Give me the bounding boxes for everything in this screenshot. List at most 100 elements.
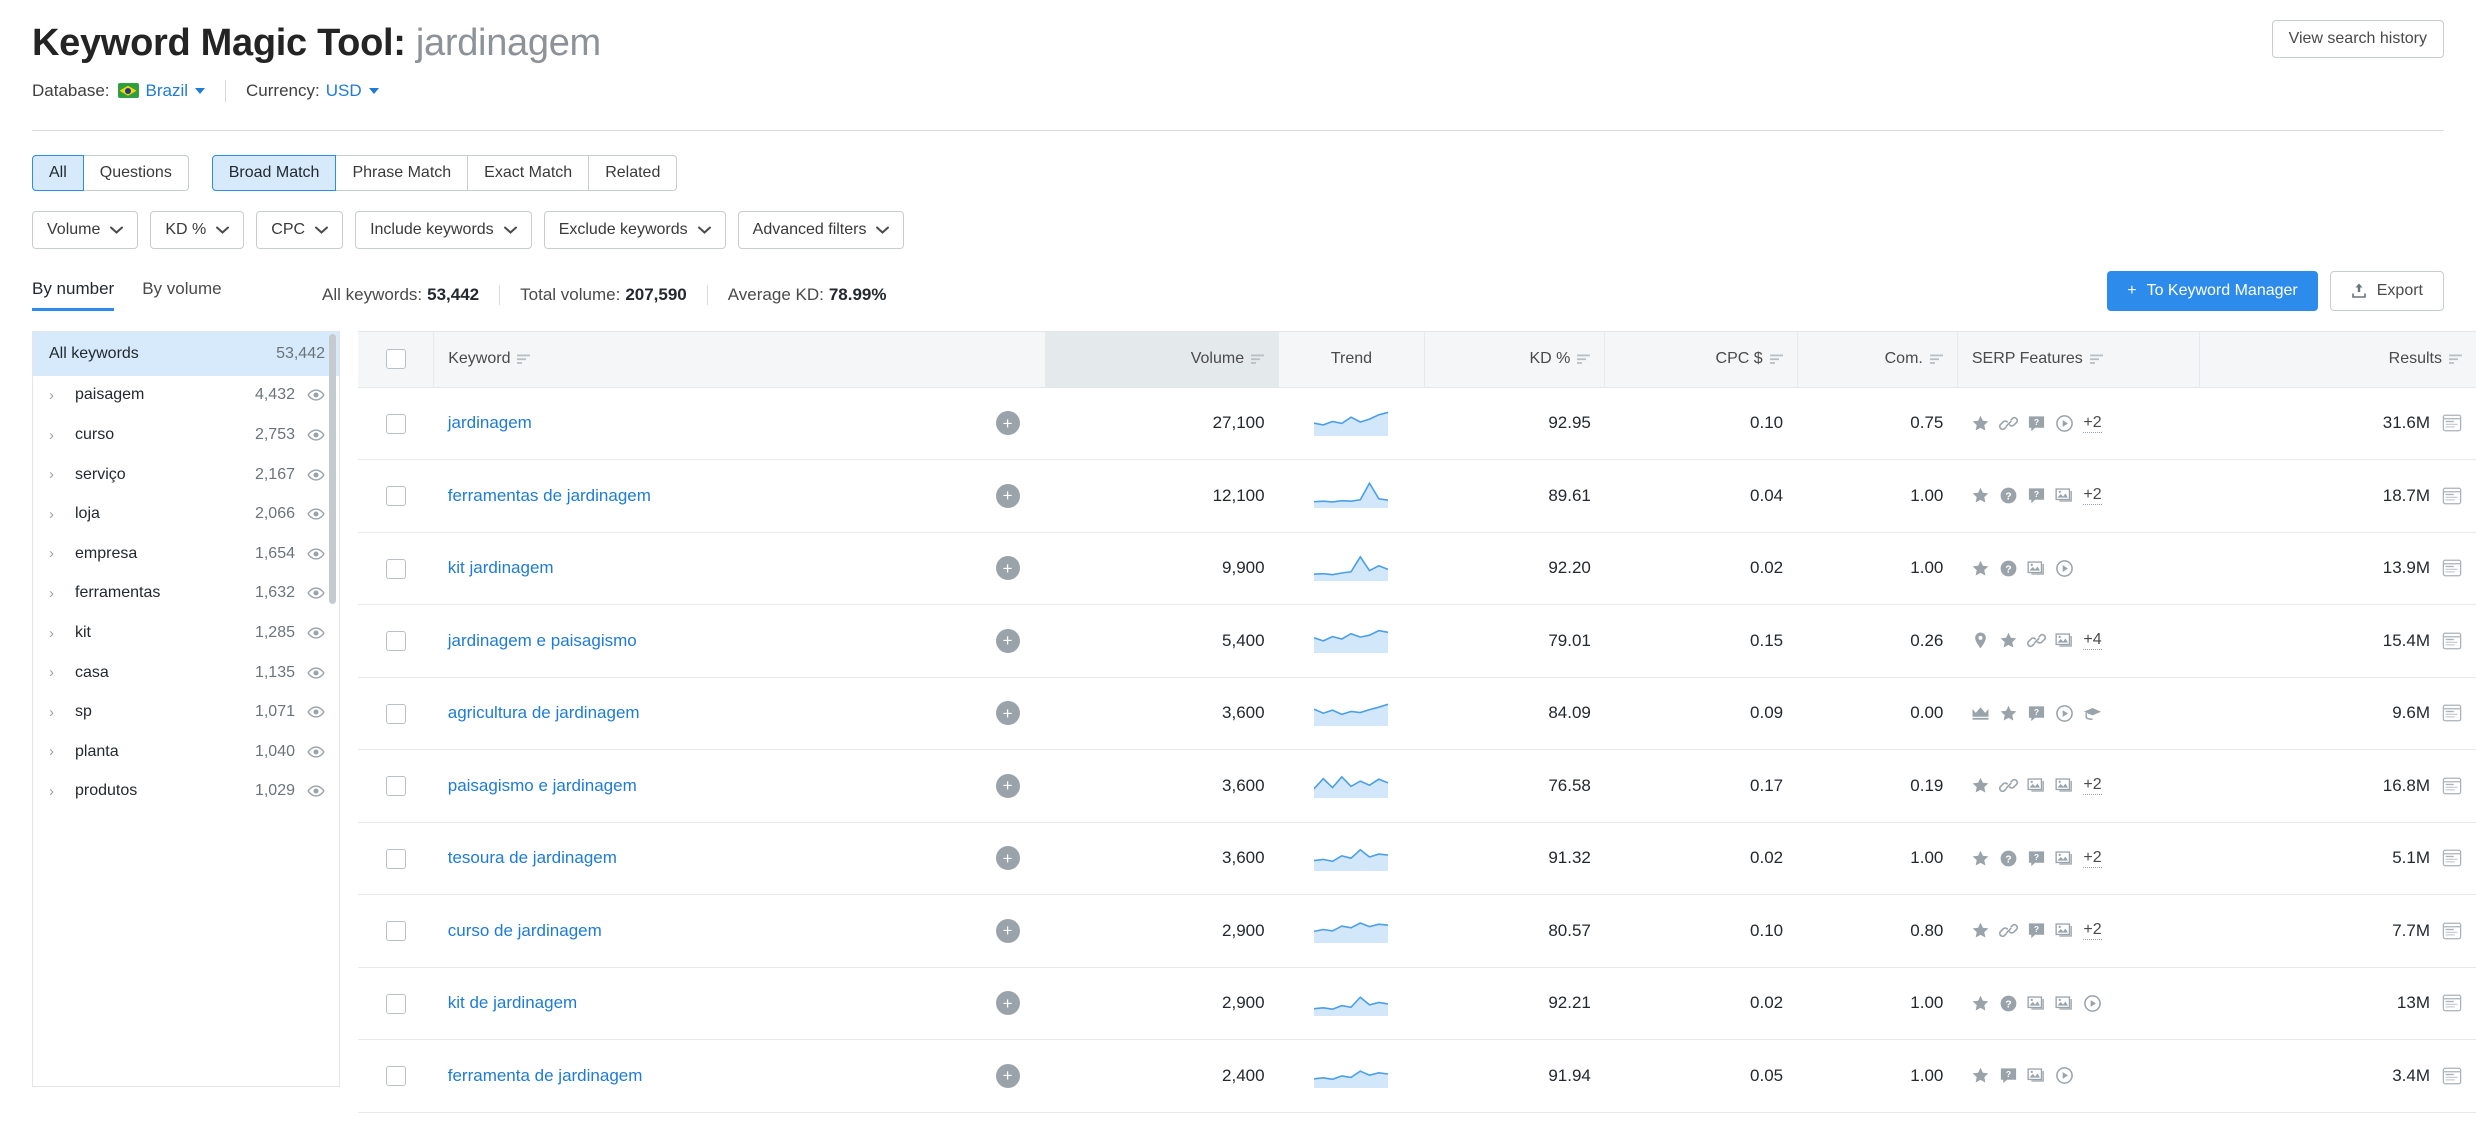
column-header-keyword[interactable]: Keyword: [433, 330, 1047, 388]
column-header-kd[interactable]: KD %: [1424, 330, 1606, 388]
add-keyword-button[interactable]: +: [995, 628, 1020, 653]
filter-exclude-keywords[interactable]: Exclude keywords: [543, 210, 726, 249]
chevron-down-icon[interactable]: [195, 87, 206, 94]
sidebar-item-empresa[interactable]: › empresa 1,654: [33, 534, 339, 574]
eye-icon[interactable]: [307, 743, 325, 761]
serp-more-link[interactable]: +4: [2083, 631, 2102, 651]
sidebar-item-all-keywords[interactable]: All keywords 53,442: [33, 331, 339, 376]
serp-faq-icon[interactable]: ?: [2027, 921, 2046, 940]
eye-icon[interactable]: [307, 782, 325, 800]
add-keyword-button[interactable]: +: [995, 483, 1020, 508]
keyword-link[interactable]: kit jardinagem: [448, 558, 554, 578]
sidebar-item-kit[interactable]: › kit 1,285: [33, 613, 339, 653]
add-keyword-button[interactable]: +: [995, 846, 1020, 871]
match-tab-related[interactable]: Related: [588, 154, 678, 191]
serp-video-icon[interactable]: [2055, 559, 2074, 578]
column-header-serp[interactable]: SERP Features: [1957, 330, 2200, 388]
column-header-volume[interactable]: Volume: [1045, 330, 1280, 388]
serp-link-icon[interactable]: [2027, 631, 2047, 650]
sort-icon[interactable]: [517, 354, 531, 365]
chevron-down-icon[interactable]: [368, 87, 379, 94]
filter-advanced-filters[interactable]: Advanced filters: [737, 210, 905, 249]
serp-pin-icon[interactable]: [1971, 631, 1990, 650]
serp-preview-icon[interactable]: [2442, 1066, 2462, 1086]
serp-star-icon[interactable]: [1971, 414, 1990, 433]
serp-more-link[interactable]: +2: [2083, 849, 2102, 868]
serp-image-icon[interactable]: [2055, 631, 2074, 650]
row-checkbox[interactable]: [385, 848, 406, 869]
keyword-link[interactable]: agricultura de jardinagem: [448, 703, 640, 723]
serp-faq-icon[interactable]: ?: [2027, 849, 2046, 868]
sort-icon[interactable]: [1577, 354, 1591, 365]
chevron-right-icon[interactable]: ›: [49, 783, 63, 800]
select-all-checkbox[interactable]: [385, 349, 406, 370]
serp-image-icon[interactable]: [2055, 849, 2074, 868]
sort-icon[interactable]: [1251, 354, 1265, 365]
row-checkbox[interactable]: [385, 993, 406, 1014]
sort-icon[interactable]: [1929, 354, 1943, 365]
eye-icon[interactable]: [307, 703, 325, 721]
serp-image-icon[interactable]: [2027, 994, 2046, 1013]
add-keyword-button[interactable]: +: [995, 556, 1020, 581]
view-search-history-button[interactable]: View search history: [2271, 20, 2444, 58]
filter-volume[interactable]: Volume: [32, 210, 139, 249]
row-checkbox[interactable]: [385, 486, 406, 507]
eye-icon[interactable]: [307, 386, 325, 404]
sidebar-scrollbar-thumb[interactable]: [329, 333, 336, 604]
serp-preview-icon[interactable]: [2442, 631, 2462, 651]
eye-icon[interactable]: [307, 466, 325, 484]
sidebar-item-serviço[interactable]: › serviço 2,167: [33, 455, 339, 495]
row-checkbox[interactable]: [385, 921, 406, 942]
add-keyword-button[interactable]: +: [995, 991, 1020, 1016]
add-keyword-button[interactable]: +: [995, 411, 1020, 436]
serp-more-link[interactable]: +2: [2083, 486, 2102, 506]
serp-link-icon[interactable]: [1999, 776, 2019, 795]
serp-video-icon[interactable]: [2055, 414, 2074, 433]
column-header-com[interactable]: Com.: [1797, 330, 1958, 388]
filter-cpc[interactable]: CPC: [256, 210, 344, 249]
serp-faq-icon[interactable]: ?: [2027, 704, 2046, 723]
chevron-right-icon[interactable]: ›: [49, 506, 63, 523]
serp-image-icon[interactable]: [2027, 776, 2046, 795]
keyword-link[interactable]: jardinagem e paisagismo: [448, 631, 637, 651]
serp-star-icon[interactable]: [1971, 1066, 1990, 1085]
serp-preview-icon[interactable]: [2442, 703, 2462, 723]
subtab-by-volume[interactable]: By volume: [142, 279, 221, 311]
chevron-right-icon[interactable]: ›: [49, 427, 63, 444]
eye-icon[interactable]: [307, 505, 325, 523]
match-tab-broad-match[interactable]: Broad Match: [211, 154, 337, 191]
export-button[interactable]: Export: [2329, 270, 2444, 311]
to-keyword-manager-button[interactable]: + To Keyword Manager: [2107, 270, 2318, 311]
keyword-link[interactable]: tesoura de jardinagem: [448, 848, 617, 868]
chevron-right-icon[interactable]: ›: [49, 704, 63, 721]
match-tab-phrase-match[interactable]: Phrase Match: [335, 154, 469, 191]
column-header-results[interactable]: Results: [2199, 330, 2476, 388]
serp-question-icon[interactable]: ?: [1999, 849, 2018, 868]
eye-icon[interactable]: [307, 426, 325, 444]
row-checkbox[interactable]: [385, 1066, 406, 1087]
add-keyword-button[interactable]: +: [995, 918, 1020, 943]
sort-icon[interactable]: [1769, 354, 1783, 365]
row-checkbox[interactable]: [385, 558, 406, 579]
eye-icon[interactable]: [307, 584, 325, 602]
match-tab-all[interactable]: All: [32, 154, 84, 191]
match-tab-questions[interactable]: Questions: [82, 154, 189, 191]
serp-faq-icon[interactable]: ?: [2027, 414, 2046, 433]
chevron-right-icon[interactable]: ›: [49, 466, 63, 483]
serp-video-icon[interactable]: [2055, 704, 2074, 723]
chevron-right-icon[interactable]: ›: [49, 664, 63, 681]
serp-star-icon[interactable]: [1971, 921, 1990, 940]
sidebar-item-sp[interactable]: › sp 1,071: [33, 692, 339, 732]
serp-question-icon[interactable]: ?: [1999, 486, 2018, 505]
eye-icon[interactable]: [307, 545, 325, 563]
filter-include-keywords[interactable]: Include keywords: [355, 210, 532, 249]
keyword-link[interactable]: ferramenta de jardinagem: [448, 1066, 643, 1086]
serp-preview-icon[interactable]: [2442, 486, 2462, 506]
currency-value[interactable]: USD: [326, 81, 362, 101]
serp-image-icon[interactable]: [2055, 776, 2074, 795]
sidebar-item-curso[interactable]: › curso 2,753: [33, 415, 339, 455]
serp-video-icon[interactable]: [2083, 994, 2102, 1013]
serp-star-icon[interactable]: [1971, 994, 1990, 1013]
sidebar-item-ferramentas[interactable]: › ferramentas 1,632: [33, 574, 339, 614]
serp-link-icon[interactable]: [1999, 921, 2019, 940]
